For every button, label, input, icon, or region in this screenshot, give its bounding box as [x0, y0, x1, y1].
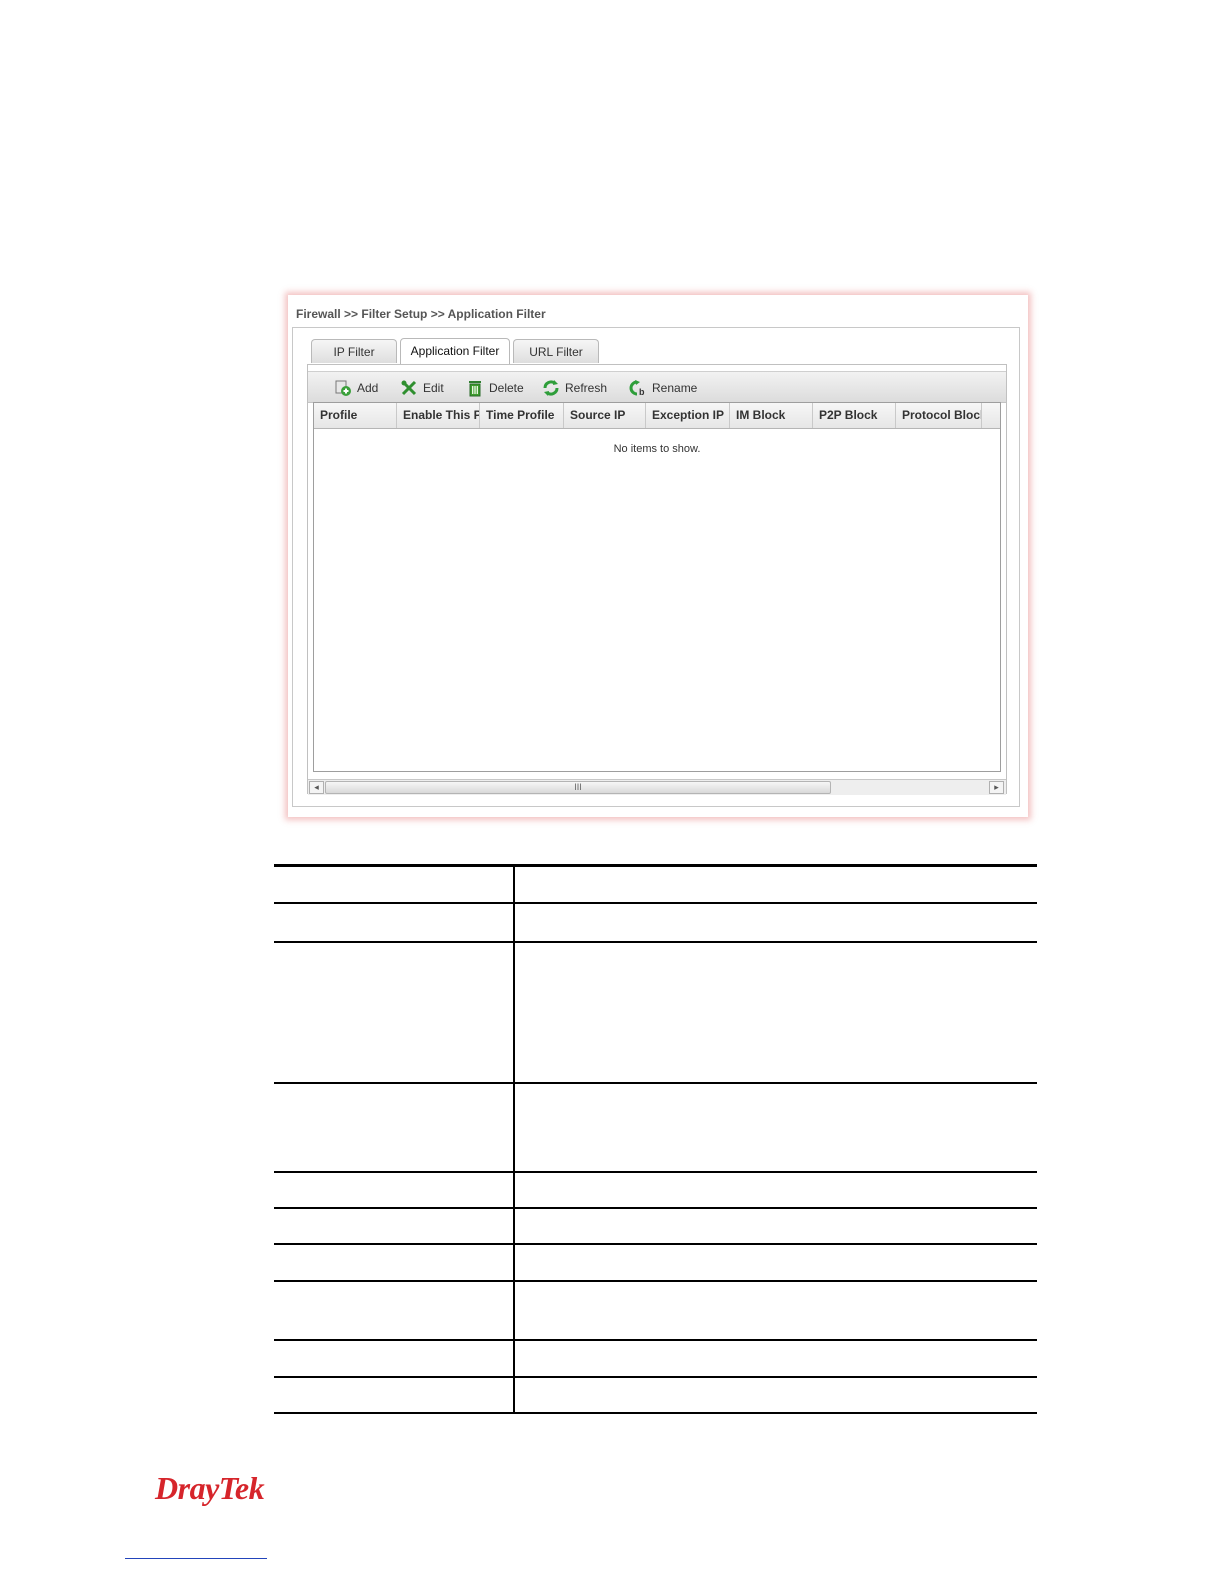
application-filter-screenshot: Firewall >> Filter Setup >> Application … — [288, 295, 1028, 817]
table-rule — [274, 1171, 1037, 1173]
edit-icon — [401, 380, 417, 396]
trash-icon — [469, 381, 481, 397]
footer-link-underline — [125, 1558, 267, 1559]
delete-label: Delete — [489, 381, 524, 395]
table-rule — [274, 1243, 1037, 1245]
column-header-p2p-block[interactable]: P2P Block — [813, 403, 896, 428]
scroll-right-button[interactable]: ▸ — [989, 781, 1004, 794]
grid-header: Profile Enable This P Time Profile Sourc… — [314, 403, 1000, 429]
column-header-profile[interactable]: Profile — [314, 403, 397, 428]
edit-button[interactable]: Edit — [400, 378, 444, 398]
table-rule — [274, 1280, 1037, 1282]
column-header-protocol-block[interactable]: Protocol Block — [896, 403, 982, 428]
column-header-enable[interactable]: Enable This P — [397, 403, 480, 428]
add-label: Add — [357, 381, 379, 395]
scroll-left-button[interactable]: ◂ — [309, 781, 324, 794]
table-rule — [274, 941, 1037, 943]
add-icon — [335, 380, 351, 396]
description-table — [274, 864, 1037, 1414]
table-rule — [274, 1082, 1037, 1084]
rename-button[interactable]: b Rename — [629, 378, 697, 398]
empty-message: No items to show. — [613, 443, 701, 455]
toolbar: Add Edit Delete Refresh b Rename — [308, 371, 1006, 403]
table-rule — [274, 1376, 1037, 1378]
table-column-divider — [513, 864, 515, 1414]
svg-text:b: b — [639, 387, 645, 397]
scroll-thumb[interactable]: III — [325, 781, 831, 794]
rename-icon: b — [629, 380, 645, 397]
rename-label: Rename — [652, 381, 698, 395]
tab-ip-filter[interactable]: IP Filter — [311, 339, 397, 363]
refresh-button[interactable]: Refresh — [542, 378, 607, 398]
column-header-im-block[interactable]: IM Block — [730, 403, 813, 428]
breadcrumb: Firewall >> Filter Setup >> Application … — [296, 307, 546, 321]
refresh-icon — [543, 380, 559, 396]
table-rule — [274, 864, 1037, 867]
column-header-exception-ip[interactable]: Exception IP — [646, 403, 730, 428]
table-rule — [274, 1412, 1037, 1414]
filter-panel: IP Filter Application Filter URL Filter … — [292, 327, 1020, 807]
column-header-time-profile[interactable]: Time Profile — [480, 403, 564, 428]
edit-label: Edit — [423, 381, 444, 395]
column-header-source-ip[interactable]: Source IP — [564, 403, 646, 428]
delete-button[interactable]: Delete — [466, 378, 524, 398]
add-button[interactable]: Add — [334, 378, 378, 398]
profile-grid: Profile Enable This P Time Profile Sourc… — [313, 402, 1001, 772]
table-rule — [274, 1339, 1037, 1341]
table-rule — [274, 902, 1037, 904]
refresh-label: Refresh — [565, 381, 608, 395]
horizontal-scrollbar[interactable]: ◂ III ▸ — [308, 779, 1006, 795]
table-rule — [274, 1207, 1037, 1209]
draytek-logo: DrayTek — [155, 1470, 265, 1506]
tab-content: Add Edit Delete Refresh b Rename Profile… — [307, 364, 1007, 795]
tab-url-filter[interactable]: URL Filter — [513, 339, 599, 363]
tab-application-filter[interactable]: Application Filter — [400, 338, 510, 364]
